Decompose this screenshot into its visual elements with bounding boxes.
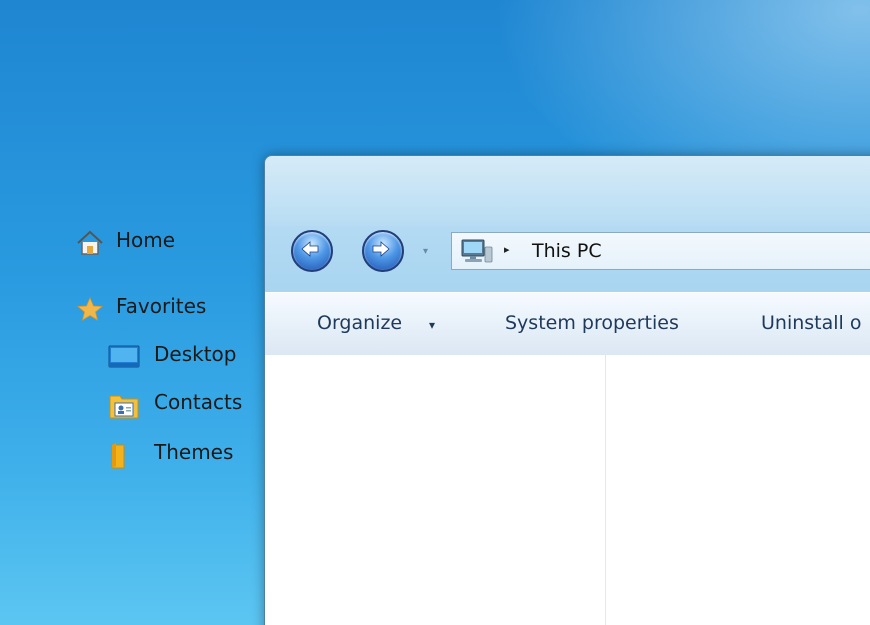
uninstall-button[interactable]: Uninstall o bbox=[761, 312, 861, 334]
home-icon bbox=[77, 230, 103, 255]
themes-folder-icon bbox=[111, 443, 125, 469]
content-pane bbox=[606, 355, 870, 625]
desktop-background: ▾ ▸ This PC Organize ▾ System properties… bbox=[0, 0, 870, 625]
back-button[interactable] bbox=[291, 230, 333, 272]
system-properties-button[interactable]: System properties bbox=[505, 312, 679, 334]
forward-arrow-icon bbox=[372, 241, 390, 257]
organize-button[interactable]: Organize bbox=[317, 312, 402, 334]
nav-item-label: Desktop bbox=[154, 342, 237, 366]
breadcrumb-separator[interactable]: ▸ bbox=[504, 243, 510, 256]
nav-item-label: Favorites bbox=[116, 294, 207, 318]
nav-item-label: Themes bbox=[154, 440, 234, 464]
computer-monitor-icon bbox=[461, 239, 493, 263]
title-bar[interactable] bbox=[265, 156, 870, 226]
nav-item-label: Contacts bbox=[154, 390, 243, 414]
command-bar: Organize ▾ System properties Uninstall o bbox=[265, 292, 870, 356]
explorer-window: ▾ ▸ This PC Organize ▾ System properties… bbox=[264, 155, 870, 625]
desktop-folder-icon bbox=[108, 345, 140, 368]
address-bar[interactable]: ▸ This PC bbox=[451, 232, 870, 270]
navigation-pane bbox=[265, 355, 606, 625]
organize-dropdown-icon: ▾ bbox=[429, 318, 436, 332]
recent-locations-dropdown[interactable]: ▾ bbox=[423, 246, 428, 257]
contacts-folder-icon bbox=[109, 395, 139, 419]
nav-item-label: Home bbox=[116, 228, 176, 252]
back-arrow-icon bbox=[301, 241, 319, 257]
breadcrumb-this-pc[interactable]: This PC bbox=[532, 240, 602, 262]
forward-button[interactable] bbox=[362, 230, 404, 272]
star-icon bbox=[76, 297, 104, 321]
